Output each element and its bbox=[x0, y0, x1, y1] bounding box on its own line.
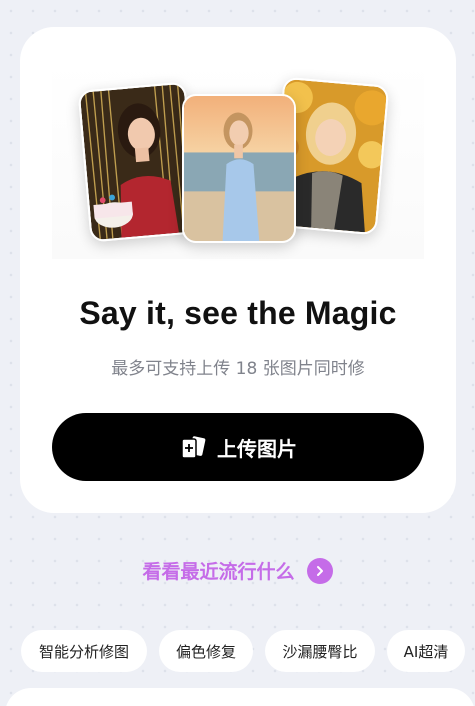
upload-button-label: 上传图片 bbox=[217, 436, 297, 461]
bottom-sheet bbox=[5, 688, 475, 706]
sample-photo-beach bbox=[182, 94, 296, 243]
upload-hint: 最多可支持上传 18 张图片同时修 bbox=[111, 359, 365, 379]
chip-hourglass-ratio[interactable]: 沙漏腰臀比 bbox=[265, 630, 375, 672]
chevron-right-icon bbox=[306, 557, 333, 584]
sample-photo-birthday bbox=[77, 81, 199, 243]
chip-ai-upscale[interactable]: AI超清 bbox=[387, 630, 465, 672]
trending-link[interactable]: 看看最近流行什么 bbox=[0, 557, 475, 584]
sample-photos bbox=[52, 61, 424, 259]
upload-card: Say it, see the Magic 最多可支持上传 18 张图片同时修 … bbox=[20, 27, 456, 513]
chip-smart-retouch[interactable]: 智能分析修图 bbox=[21, 630, 147, 672]
add-photo-icon bbox=[181, 436, 206, 459]
upload-photos-button[interactable]: 上传图片 bbox=[52, 413, 424, 481]
feature-chips: 智能分析修图 偏色修复 沙漏腰臀比 AI超清 bbox=[0, 630, 475, 672]
trending-label: 看看最近流行什么 bbox=[142, 561, 295, 583]
page-title: Say it, see the Magic bbox=[79, 295, 397, 331]
chip-color-cast-fix[interactable]: 偏色修复 bbox=[159, 630, 253, 672]
